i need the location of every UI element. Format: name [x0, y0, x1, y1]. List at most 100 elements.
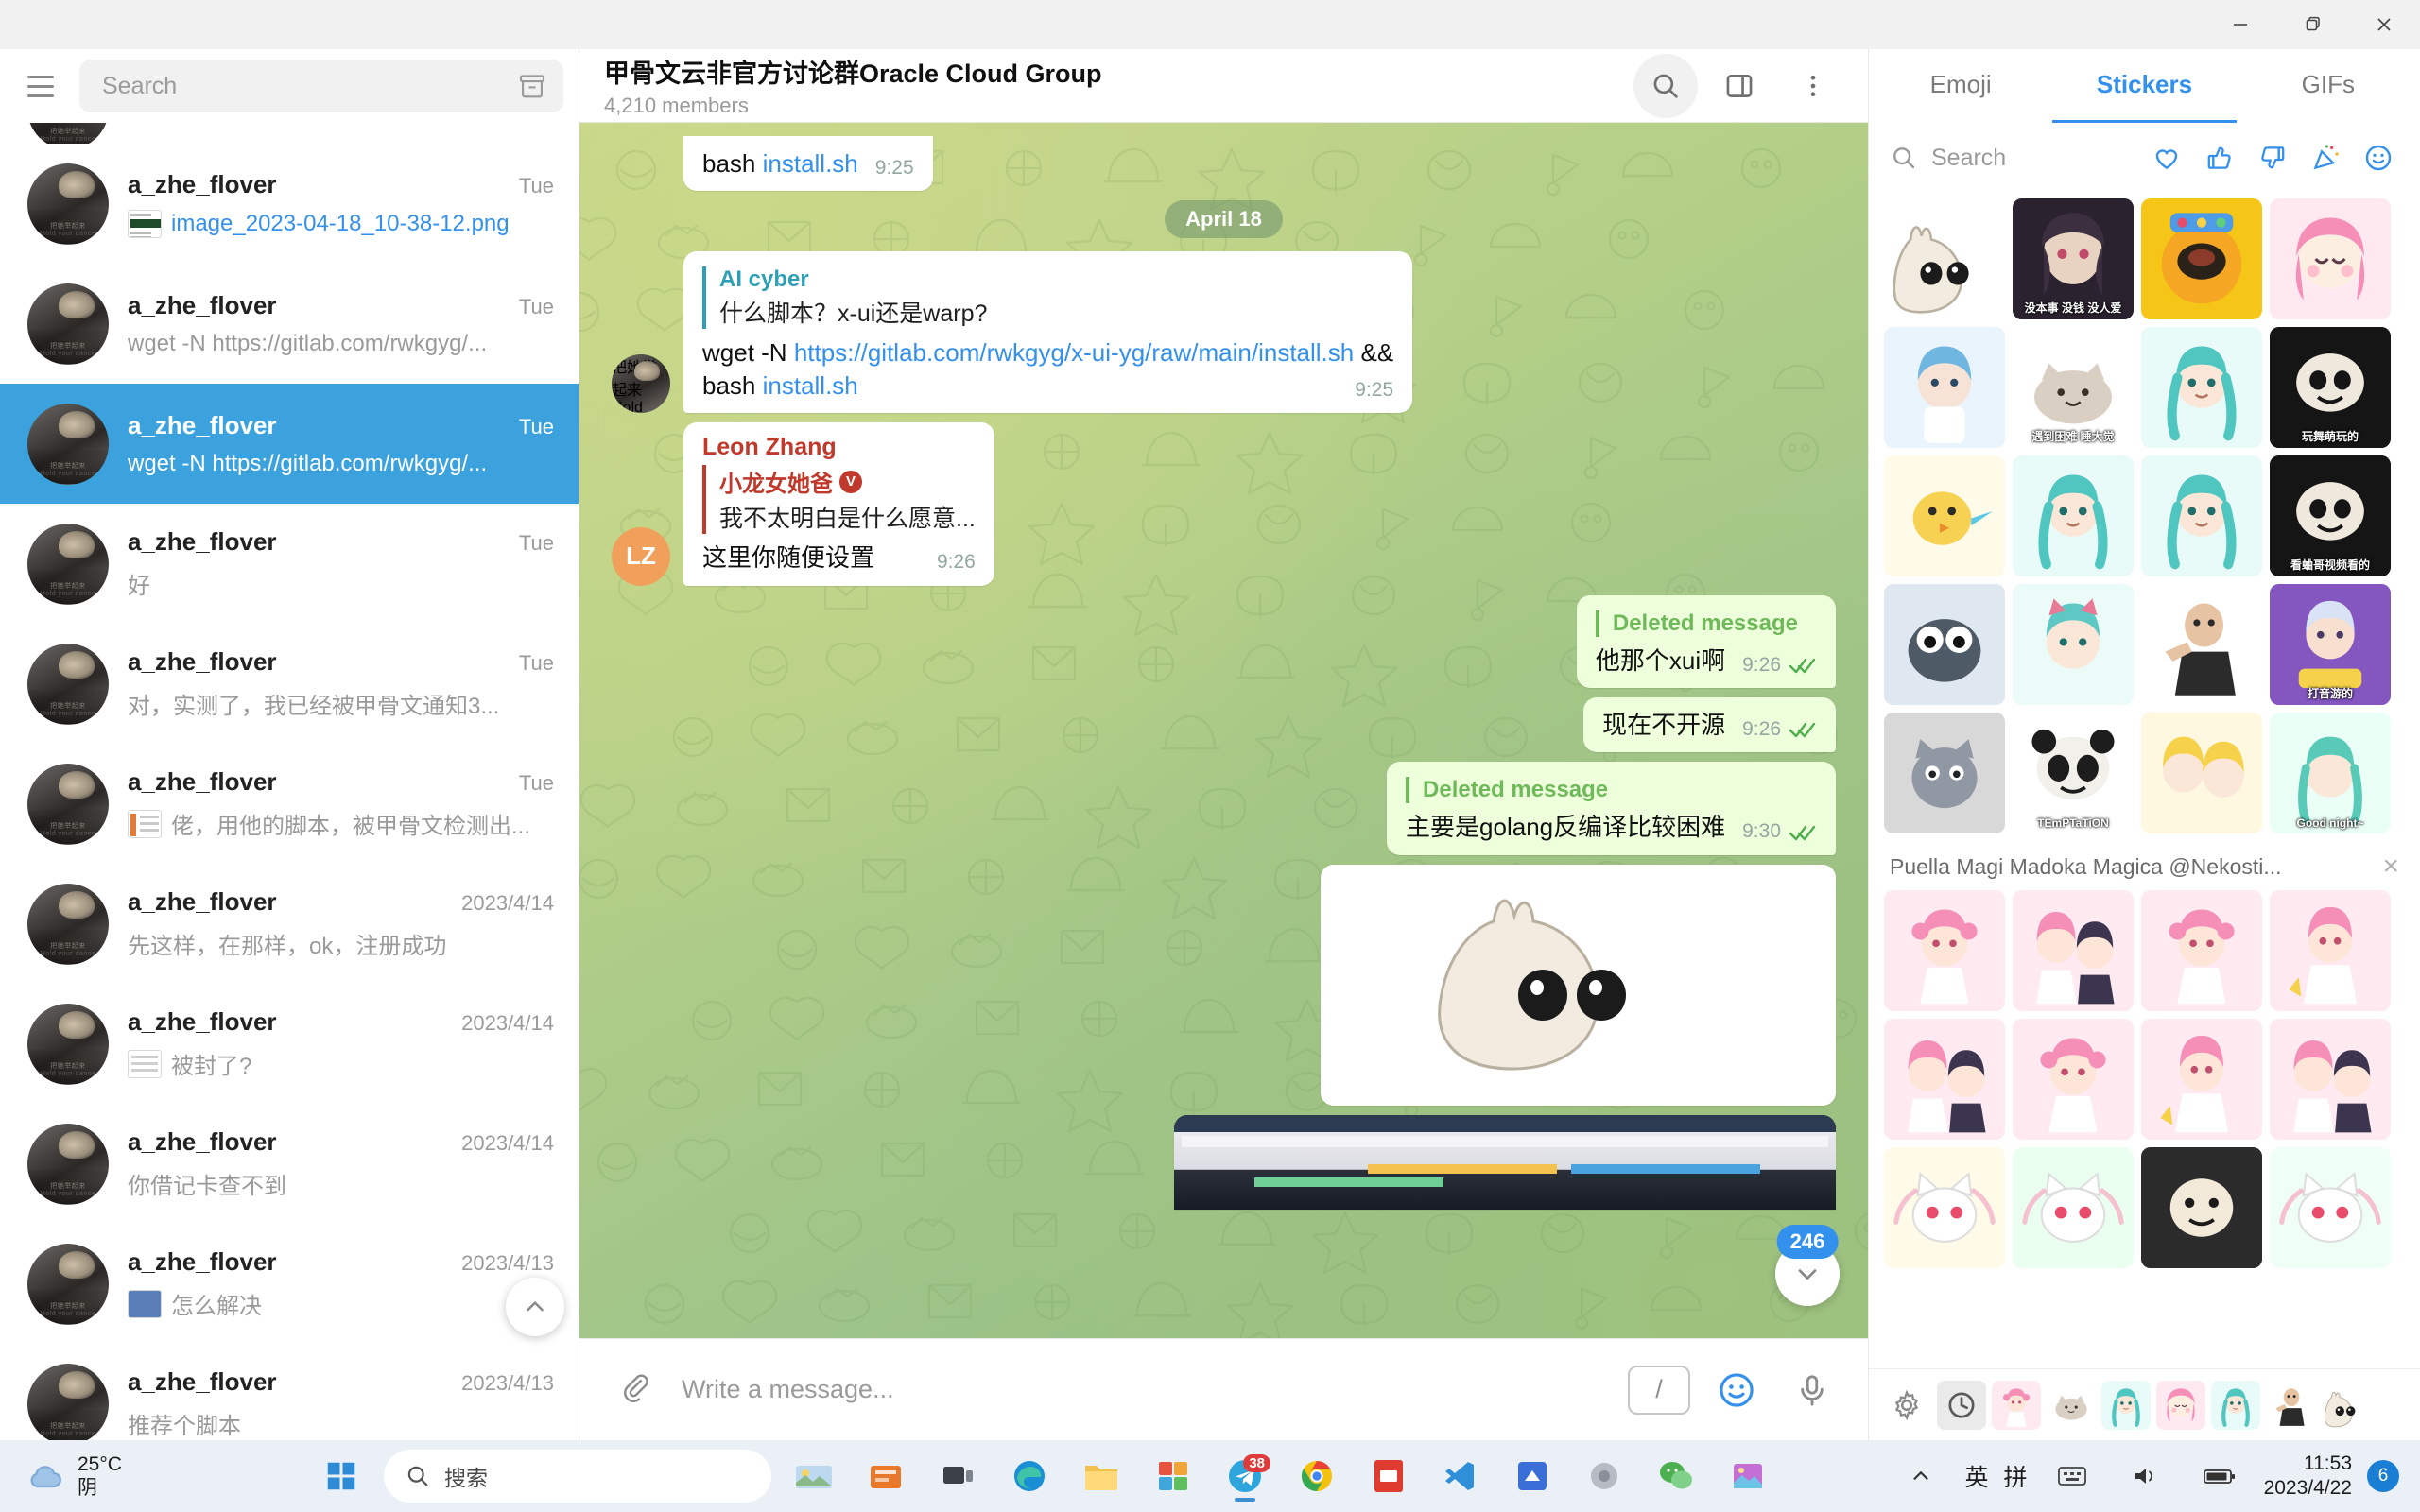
- sticker-spinning-emoji[interactable]: [2141, 198, 2262, 319]
- set-1[interactable]: [1992, 1380, 2041, 1430]
- sticker-search-input[interactable]: Search: [1890, 144, 2135, 172]
- sticker-charlotte[interactable]: [2141, 1147, 2262, 1268]
- sticker-chick-sticker[interactable]: [1884, 455, 2005, 576]
- volume-icon[interactable]: [2117, 1447, 2175, 1505]
- input-indicator-icon[interactable]: [2043, 1447, 2101, 1505]
- sticker-madoka-1[interactable]: [1884, 890, 2005, 1011]
- edge-icon[interactable]: [1000, 1447, 1059, 1505]
- message-input[interactable]: Write a message...: [682, 1375, 1611, 1404]
- attach-button[interactable]: [606, 1361, 665, 1419]
- sticker-miku-sweat[interactable]: [2141, 455, 2262, 576]
- search-input[interactable]: Search: [79, 60, 563, 112]
- start-button[interactable]: [312, 1447, 371, 1505]
- reply-quote[interactable]: 小龙女她爸 V 我不太明白是什么愿意...: [702, 465, 976, 535]
- weather-widget[interactable]: 25°C 阴: [0, 1452, 312, 1500]
- sticker-pink-anime-girl[interactable]: [2270, 198, 2391, 319]
- chat-list-item[interactable]: 把她举起来 Hold your dance a_zhe_flover Tue wget …: [0, 384, 579, 504]
- pdf-icon[interactable]: [1359, 1447, 1418, 1505]
- sticker-googly-eyes[interactable]: [1884, 584, 2005, 705]
- sticker-kyubey-3[interactable]: [2270, 1147, 2391, 1268]
- menu-icon[interactable]: [15, 60, 66, 112]
- message-link[interactable]: https://gitlab.com/rwkgyg/x-ui-yg/raw/ma…: [794, 338, 1354, 367]
- sticker-cat-meme[interactable]: 遇到困难 睡大觉: [2013, 327, 2134, 448]
- editor-icon[interactable]: [1503, 1447, 1562, 1505]
- sticker-madoka-6[interactable]: [2013, 1019, 2134, 1140]
- chat-list-item[interactable]: 把她举起来 Hold your dance a_zhe_flover 2023/4/1…: [0, 864, 579, 984]
- sticker-madoka-4[interactable]: [2270, 890, 2391, 1011]
- reply-quote[interactable]: Deleted message: [1406, 777, 1817, 804]
- sticker-anime-dark[interactable]: 没本事 没钱 没人爱: [2013, 198, 2134, 319]
- sticker-temptation-panda[interactable]: TEmPTaTiON: [2013, 713, 2134, 833]
- sticker-blue-hair-girl[interactable]: [1884, 327, 2005, 448]
- set-5[interactable]: [2211, 1380, 2260, 1430]
- message-bubble[interactable]: AI cyber 什么脚本？x-ui还是warp? wget -N https://…: [683, 251, 1413, 414]
- message-bubble[interactable]: Deleted message 主要是golang反编译比较困难 9:30: [1387, 762, 1836, 855]
- window-maximize-button[interactable]: [2276, 0, 2348, 49]
- thumbs-down-icon[interactable]: [2252, 137, 2293, 179]
- task-view-icon[interactable]: [928, 1447, 987, 1505]
- message-bubble[interactable]: bash install.sh 9:25: [683, 135, 933, 191]
- set-4[interactable]: [2156, 1380, 2205, 1430]
- sticker-kyubey-2[interactable]: [2013, 1147, 2134, 1268]
- chrome-icon[interactable]: [1288, 1447, 1346, 1505]
- more-options-button[interactable]: [1781, 54, 1845, 118]
- vscode-icon[interactable]: [1431, 1447, 1490, 1505]
- voice-message-button[interactable]: [1783, 1361, 1841, 1419]
- sticker-miku-think[interactable]: [2013, 455, 2134, 576]
- toggle-info-panel-button[interactable]: [1707, 54, 1772, 118]
- chat-list-item[interactable]: 把她举起来 Hold your dance a_zhe_flover Tue image…: [0, 144, 579, 264]
- search-messages-button[interactable]: [1634, 53, 1698, 118]
- sticker-cat-ears-girl[interactable]: [2013, 584, 2134, 705]
- sticker-madoka-8[interactable]: [2270, 1019, 2391, 1140]
- chat-list-item[interactable]: 把她举起来 Hold your dance a_zhe_flover 2023/4/1…: [0, 1344, 579, 1440]
- message-bubble[interactable]: Deleted message 他那个xui啊 9:26: [1576, 594, 1836, 689]
- window-minimize-button[interactable]: [2204, 0, 2276, 49]
- wechat-icon[interactable]: [1647, 1447, 1705, 1505]
- reply-quote[interactable]: AI cyber 什么脚本？x-ui还是warp?: [702, 266, 1393, 329]
- settings-icon[interactable]: [1882, 1381, 1931, 1430]
- app-icon-grey[interactable]: [1575, 1447, 1634, 1505]
- sticker-good-night[interactable]: Good night~: [2270, 713, 2391, 833]
- message-bubble[interactable]: 现在不开源 9:26: [1583, 697, 1836, 753]
- sticker-blob-cat[interactable]: [1884, 198, 2005, 319]
- heart-icon[interactable]: [2146, 137, 2187, 179]
- thumbs-up-icon[interactable]: [2199, 137, 2240, 179]
- command-button[interactable]: /: [1628, 1365, 1690, 1415]
- set-2[interactable]: [2047, 1380, 2096, 1430]
- sticker-miku-sticker[interactable]: [2141, 327, 2262, 448]
- sticker-face-meme-2[interactable]: 看蛐哥视频看的: [2270, 455, 2391, 576]
- sticker-face-meme[interactable]: 玩舞萌玩的: [2270, 327, 2391, 448]
- window-close-button[interactable]: [2348, 0, 2420, 49]
- party-icon[interactable]: [2305, 137, 2346, 179]
- message-scroll[interactable]: bash install.sh9:25April 18把她举起来Hold you…: [579, 123, 1868, 1338]
- chat-list-item[interactable]: 把她举起来 Hold your dance a_zhe_flover Tue 对，实测了…: [0, 624, 579, 744]
- reply-quote[interactable]: Deleted message: [1595, 610, 1817, 637]
- sticker-tab-stickers[interactable]: Stickers: [2052, 49, 2237, 123]
- recent-icon[interactable]: [1937, 1380, 1986, 1430]
- sticker-tab-gifs[interactable]: GIFs: [2237, 49, 2420, 123]
- scroll-to-bottom-button[interactable]: 246: [1775, 1225, 1840, 1306]
- set-3[interactable]: [2101, 1380, 2151, 1430]
- sticker-madoka-2[interactable]: [2013, 890, 2134, 1011]
- chat-list-item[interactable]: 把她举起来 Hold your dance a_zhe_flover 2023/4/1…: [0, 1224, 579, 1344]
- chat-list-item[interactable]: 把她举起来 Hold your dance a_zhe_flover 2023/4/1…: [0, 984, 579, 1104]
- weather-thumb-icon[interactable]: [785, 1447, 843, 1505]
- ime-mode[interactable]: 拼: [2004, 1459, 2028, 1493]
- sticker-set-close-icon[interactable]: ×: [2382, 850, 2399, 883]
- taskbar-search[interactable]: 搜索: [384, 1450, 771, 1503]
- sticker-madoka-7[interactable]: [2141, 1019, 2262, 1140]
- sticker-madoka-3[interactable]: [2141, 890, 2262, 1011]
- sticker-message[interactable]: [1321, 864, 1836, 1106]
- sticker-madoka-5[interactable]: [1884, 1019, 2005, 1140]
- chat-list-item-partial[interactable]: 把她举起来 Hold your dance: [0, 123, 579, 144]
- sticker-grid[interactable]: 没本事 没钱 没人爱 遇到困难 睡大觉 玩舞萌玩的 看蛐哥视频看的 打音游的 TEmPTa…: [1869, 193, 2420, 1368]
- chat-list[interactable]: 把她举起来 Hold your dance 把她举起来 Hold your danc…: [0, 123, 579, 1440]
- sticker-pointing-man[interactable]: [2141, 584, 2262, 705]
- taskbar-clock[interactable]: 11:53 2023/4/22: [2264, 1452, 2352, 1502]
- sticker-kyubey-1[interactable]: [1884, 1147, 2005, 1268]
- notification-badge[interactable]: 6: [2367, 1460, 2399, 1492]
- store-icon[interactable]: [1144, 1447, 1202, 1505]
- message-link[interactable]: install.sh: [763, 371, 858, 400]
- ime-language[interactable]: 英: [1965, 1459, 1989, 1493]
- photo-message[interactable]: [1174, 1114, 1836, 1210]
